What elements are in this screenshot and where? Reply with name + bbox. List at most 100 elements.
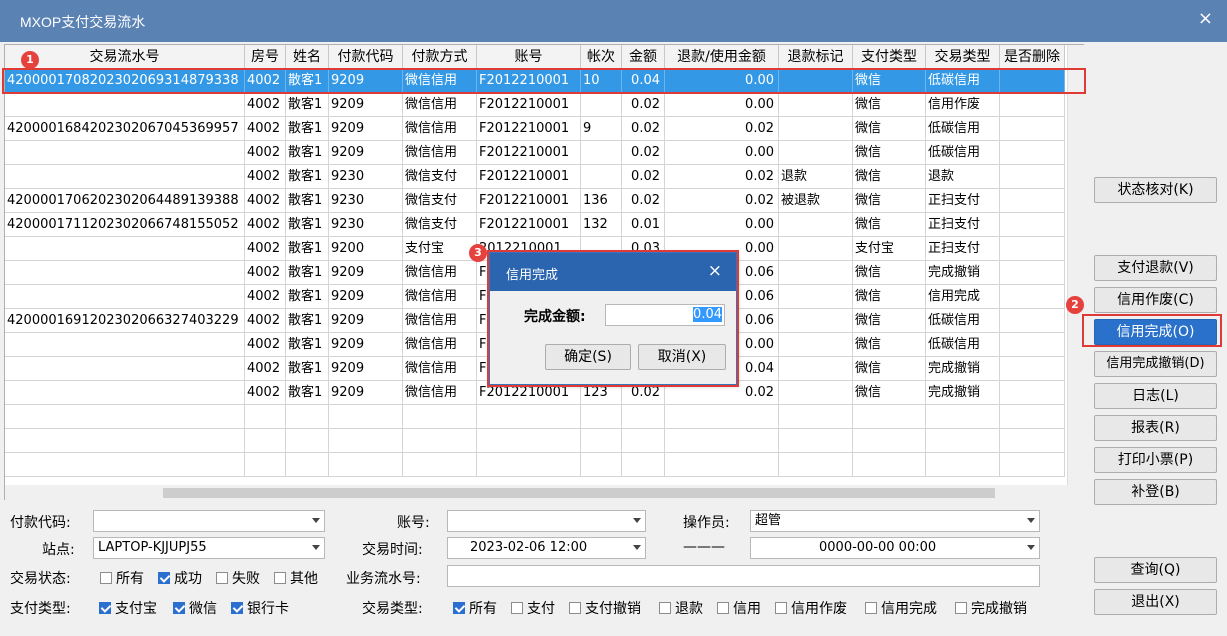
query-button[interactable]: 查询(Q) xyxy=(1094,557,1217,583)
status-check-button[interactable]: 状态核对(K) xyxy=(1094,177,1217,203)
table-cell xyxy=(779,381,853,405)
checkbox-label[interactable]: 所有 xyxy=(469,598,497,618)
empty-cell xyxy=(581,429,622,453)
table-row[interactable]: 4002 散客1 9230 微信支付 F2012210001 0.02 0.02 退款 微信 退款 xyxy=(5,165,1067,189)
checkbox[interactable] xyxy=(453,602,465,614)
column-header[interactable]: 帐次 xyxy=(581,45,622,69)
exit-button[interactable]: 退出(X) xyxy=(1094,589,1217,615)
table-cell: 0.02 xyxy=(665,189,779,213)
empty-cell xyxy=(403,405,477,429)
table-cell xyxy=(1000,189,1065,213)
log-button[interactable]: 日志(L) xyxy=(1094,383,1217,409)
table-row[interactable]: 4002 散客1 9209 微信信用 F2012210001 0.02 0.00 微信 低碳信用 xyxy=(5,141,1067,165)
checkbox-label[interactable]: 微信 xyxy=(189,598,217,618)
table-cell: 微信 xyxy=(853,285,926,309)
time-to-select[interactable]: 0000-00-00 00:00 xyxy=(750,537,1040,559)
table-row[interactable]: 4002 散客1 9209 微信信用 F2012210001 0.02 0.00 微信 信用作废 xyxy=(5,93,1067,117)
column-header[interactable]: 付款代码 xyxy=(329,45,403,69)
supplement-button[interactable]: 补登(B) xyxy=(1094,479,1217,505)
column-header[interactable]: 支付类型 xyxy=(853,45,926,69)
checkbox-label[interactable]: 支付宝 xyxy=(115,598,157,618)
column-header[interactable]: 退款标记 xyxy=(779,45,853,69)
horizontal-scrollbar[interactable] xyxy=(5,485,1084,500)
checkbox[interactable] xyxy=(158,572,170,584)
column-header[interactable]: 金额 xyxy=(622,45,665,69)
credit-void-button[interactable]: 信用作废(C) xyxy=(1094,287,1217,313)
payment-refund-button[interactable]: 支付退款(V) xyxy=(1094,255,1217,281)
biz-no-input[interactable] xyxy=(447,565,1040,587)
credit-complete-highlight xyxy=(1082,314,1222,347)
checkbox-label[interactable]: 信用 xyxy=(733,598,761,618)
station-select[interactable]: LAPTOP-KJJUPJ55 xyxy=(93,537,325,559)
checkbox[interactable] xyxy=(231,602,243,614)
pay-code-select[interactable] xyxy=(93,510,325,532)
checkbox-label[interactable]: 银行卡 xyxy=(247,598,289,618)
column-header[interactable]: 退款/使用金额 xyxy=(665,45,779,69)
credit-complete-undo-button[interactable]: 信用完成撤销(D) xyxy=(1094,351,1217,377)
checkbox[interactable] xyxy=(173,602,185,614)
empty-cell xyxy=(779,453,853,477)
checkbox[interactable] xyxy=(775,602,787,614)
column-header[interactable]: 姓名 xyxy=(286,45,329,69)
empty-row xyxy=(5,453,1067,477)
empty-cell xyxy=(665,453,779,477)
table-cell xyxy=(1000,381,1065,405)
checkbox[interactable] xyxy=(659,602,671,614)
column-header[interactable]: 是否删除 xyxy=(1000,45,1065,69)
report-button[interactable]: 报表(R) xyxy=(1094,415,1217,441)
checkbox[interactable] xyxy=(865,602,877,614)
checkbox-label[interactable]: 支付撤销 xyxy=(585,598,641,618)
step-badge-1: 1 xyxy=(21,51,39,69)
account-select[interactable] xyxy=(447,510,646,532)
table-cell: 散客1 xyxy=(286,309,329,333)
time-from-select[interactable]: 2023-02-06 12:00 xyxy=(447,537,646,559)
table-row[interactable]: 4200001706202302064489139388 4002 散客1 9230 微… xyxy=(5,189,1067,213)
checkbox[interactable] xyxy=(274,572,286,584)
empty-cell xyxy=(1000,453,1065,477)
column-header[interactable]: 交易流水号 xyxy=(5,45,245,69)
window-close-icon[interactable]: × xyxy=(1198,9,1213,29)
table-cell: 4002 xyxy=(245,237,286,261)
print-receipt-button[interactable]: 打印小票(P) xyxy=(1094,447,1217,473)
checkbox-label[interactable]: 退款 xyxy=(675,598,703,618)
checkbox-label[interactable]: 失败 xyxy=(232,568,260,588)
table-cell: 微信 xyxy=(853,165,926,189)
checkbox[interactable] xyxy=(717,602,729,614)
table-cell: 微信 xyxy=(853,333,926,357)
checkbox-label[interactable]: 支付 xyxy=(527,598,555,618)
checkbox[interactable] xyxy=(511,602,523,614)
checkbox-label[interactable]: 信用完成 xyxy=(881,598,937,618)
checkbox[interactable] xyxy=(569,602,581,614)
checkbox[interactable] xyxy=(955,602,967,614)
column-header[interactable]: 账号 xyxy=(477,45,581,69)
column-header[interactable]: 房号 xyxy=(245,45,286,69)
checkbox[interactable] xyxy=(216,572,228,584)
table-cell: 完成撤销 xyxy=(926,357,1000,381)
table-cell: 136 xyxy=(581,189,622,213)
checkbox[interactable] xyxy=(100,572,112,584)
table-row[interactable]: 4200001711202302066748155052 4002 散客1 9230 微… xyxy=(5,213,1067,237)
table-cell: 散客1 xyxy=(286,213,329,237)
checkbox-label[interactable]: 所有 xyxy=(116,568,144,588)
paytype-label: 支付类型: xyxy=(10,601,71,617)
checkbox[interactable] xyxy=(99,602,111,614)
checkbox-label[interactable]: 成功 xyxy=(174,568,202,588)
checkbox-label[interactable]: 信用作废 xyxy=(791,598,847,618)
table-cell: F2012210001 xyxy=(477,141,581,165)
column-header[interactable]: 交易类型 xyxy=(926,45,1000,69)
checkbox-label[interactable]: 完成撤销 xyxy=(971,598,1027,618)
column-header[interactable]: 付款方式 xyxy=(403,45,477,69)
vertical-scrollbar[interactable] xyxy=(1067,45,1084,485)
checkbox-label[interactable]: 其他 xyxy=(290,568,318,588)
table-cell: 0.02 xyxy=(622,141,665,165)
scrollbar-thumb[interactable] xyxy=(163,488,995,498)
table-cell xyxy=(5,165,245,189)
operator-select[interactable]: 超管 xyxy=(750,510,1040,532)
table-row[interactable]: 4200001684202302067045369957 4002 散客1 9209 微… xyxy=(5,117,1067,141)
chevron-down-icon xyxy=(1027,545,1035,550)
state-label: 交易状态: xyxy=(10,571,71,587)
table-cell: 4002 xyxy=(245,381,286,405)
chevron-down-icon xyxy=(312,545,320,550)
table-cell: 4002 xyxy=(245,333,286,357)
table-cell: 散客1 xyxy=(286,357,329,381)
